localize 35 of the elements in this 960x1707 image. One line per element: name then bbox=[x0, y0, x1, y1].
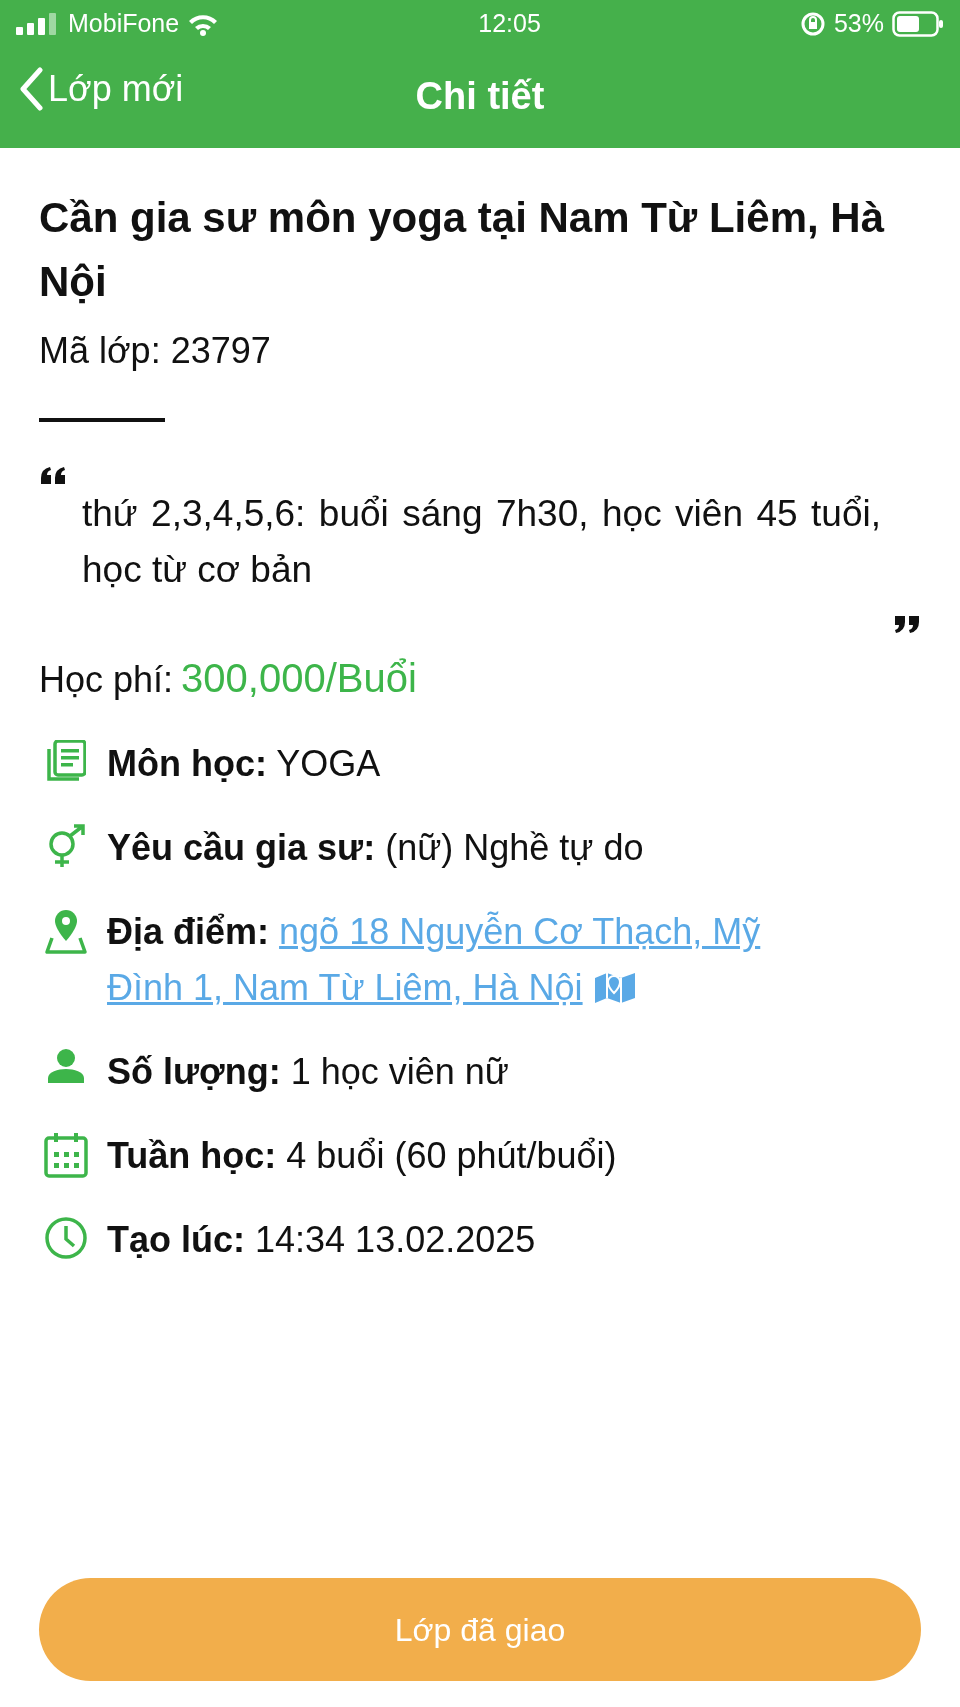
status-time: 12:05 bbox=[478, 8, 541, 40]
assigned-class-button[interactable]: Lớp đã giao bbox=[39, 1578, 921, 1681]
battery-percent: 53% bbox=[833, 8, 884, 40]
detail-label: Địa điểm: bbox=[107, 911, 270, 952]
carrier-name: MobiFone bbox=[68, 8, 180, 40]
detail-value: (nữ) Nghề tự do bbox=[385, 827, 644, 868]
class-code: Mã lớp: 23797 bbox=[39, 329, 272, 373]
class-title: Cần gia sư môn yoga tại Nam Từ Liêm, Hà Nội bbox=[39, 193, 886, 307]
detail-label: Tạo lúc: bbox=[107, 1219, 245, 1260]
detail-label: Số lượng: bbox=[107, 1051, 281, 1092]
detail-value: 1 học viên nữ bbox=[290, 1051, 509, 1092]
clock-icon bbox=[44, 1216, 88, 1260]
gender-symbol-icon bbox=[46, 824, 86, 868]
class-description: thứ 2,3,4,5,6: buổi sáng 7h30, học viên 45 tuổi, học từ cơ bản bbox=[82, 492, 881, 592]
fee-label: Học phí: bbox=[39, 658, 174, 702]
detail-value: 4 buổi (60 phút/buổi) bbox=[286, 1135, 617, 1176]
detail-label: Yêu cầu gia sư: bbox=[107, 827, 376, 868]
subject-book-icon bbox=[46, 740, 86, 782]
location-pin-icon bbox=[44, 908, 88, 954]
rotation-lock-icon bbox=[799, 11, 826, 37]
back-chevron-icon bbox=[18, 67, 44, 111]
detail-value: 14:34 13.02.2025 bbox=[255, 1219, 536, 1260]
address-link[interactable]: ngõ 18 Nguyễn Cơ Thạch, Mỹ bbox=[279, 911, 761, 952]
battery-icon bbox=[892, 11, 944, 37]
back-button[interactable]: Lớp mới bbox=[18, 62, 184, 116]
detail-label: Tuần học: bbox=[107, 1135, 277, 1176]
detail-value: YOGA bbox=[276, 743, 381, 784]
detail-label: Môn học: bbox=[107, 743, 267, 784]
person-icon bbox=[46, 1048, 86, 1084]
wifi-icon bbox=[187, 12, 220, 36]
map-icon bbox=[592, 970, 637, 1004]
fee-value: 300,000/Buổi bbox=[181, 655, 417, 702]
screen-title: Chi tiết bbox=[415, 74, 545, 119]
calendar-icon bbox=[44, 1132, 88, 1178]
address-link[interactable]: Đình 1, Nam Từ Liêm, Hà Nội bbox=[107, 967, 583, 1008]
